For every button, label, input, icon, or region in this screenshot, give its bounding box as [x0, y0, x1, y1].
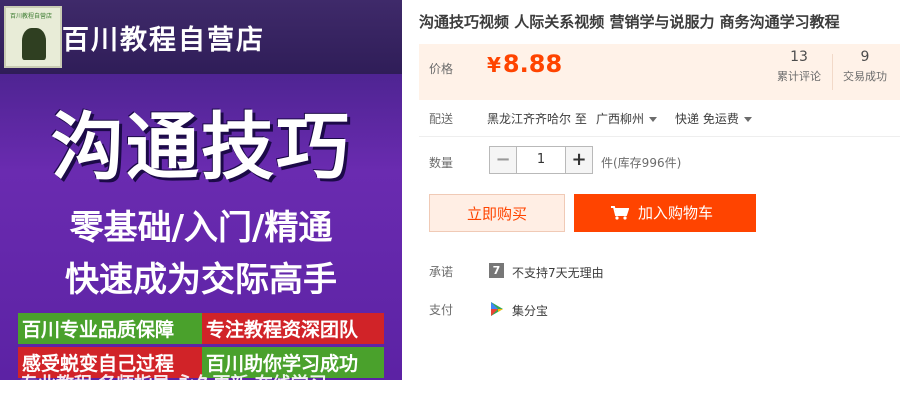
payment-label: 支付 [429, 303, 454, 317]
price-box: 价格 ¥8.88 13 累计评论 9 交易成功 [419, 44, 900, 100]
quantity-label: 数量 [429, 156, 454, 170]
sales-count: 9 [860, 49, 870, 65]
image-cut-text: 专业教程 名师指导 永久更新 在线学习 [20, 370, 327, 380]
price-value: ¥8.88 [487, 50, 562, 78]
buy-now-button[interactable]: 立即购买 [429, 194, 565, 232]
image-header: 百川教程自营店 百川教程自营店 [0, 0, 402, 74]
delivery-from: 黑龙江齐齐哈尔 至 [487, 112, 587, 126]
jifenbao-icon [491, 302, 503, 316]
logo-small-text: 百川教程自营店 [10, 13, 53, 20]
image-tag: 专注教程资深团队 [202, 313, 384, 344]
image-big-title: 沟通技巧 [51, 105, 351, 190]
price-label: 价格 [429, 62, 454, 76]
review-count-stat[interactable]: 13 累计评论 [767, 49, 831, 84]
sales-count-stat[interactable]: 9 交易成功 [835, 49, 895, 84]
quantity-input[interactable]: 1 [516, 147, 566, 173]
image-line-2: 快速成为交际高手 [65, 260, 337, 300]
seven-day-return-icon: 7 [489, 263, 504, 278]
stat-divider [832, 54, 833, 90]
increase-button[interactable]: + [566, 147, 592, 173]
promise-label: 承诺 [429, 265, 454, 279]
review-count: 13 [790, 49, 808, 65]
discobolus-figure-icon [22, 28, 46, 60]
cart-icon [611, 206, 629, 220]
delivery-row: 配送 黑龙江齐齐哈尔 至 广西柳州 快递 免运费 [429, 110, 889, 128]
currency-symbol: ¥ [487, 53, 501, 77]
image-tag: 百川专业品质保障 [18, 313, 202, 344]
shop-logo: 百川教程自营店 [4, 6, 62, 68]
product-title: 沟通技巧视频 人际关系视频 营销学与说服力 商务沟通学习教程 [419, 13, 840, 31]
chevron-down-icon [743, 117, 752, 122]
stock-text: 件(库存996件) [601, 156, 682, 170]
decrease-button[interactable]: − [490, 147, 516, 173]
product-image[interactable]: 百川教程自营店 百川教程自营店 沟通技巧 零基础/入门/精通 快速成为交际高手 … [0, 0, 402, 380]
shipping-method-text: 快递 免运费 [675, 112, 739, 126]
divider [419, 136, 900, 137]
payment-text[interactable]: 集分宝 [512, 302, 548, 319]
quantity-stepper: − 1 + [489, 146, 593, 174]
destination-text: 广西柳州 [596, 112, 645, 126]
price-number: 8.88 [502, 50, 563, 78]
destination-select[interactable]: 广西柳州 [596, 110, 658, 127]
review-count-label: 累计评论 [777, 70, 821, 83]
sales-count-label: 交易成功 [843, 70, 887, 83]
image-line-1: 零基础/入门/精通 [69, 208, 333, 248]
add-to-cart-button[interactable]: 加入购物车 [574, 194, 756, 232]
image-shop-title: 百川教程自营店 [62, 25, 265, 56]
promise-text[interactable]: 不支持7天无理由 [512, 264, 604, 281]
shipping-method-select[interactable]: 快递 免运费 [675, 110, 752, 127]
add-to-cart-label: 加入购物车 [638, 204, 714, 222]
delivery-label: 配送 [429, 112, 454, 126]
chevron-down-icon [649, 117, 658, 122]
